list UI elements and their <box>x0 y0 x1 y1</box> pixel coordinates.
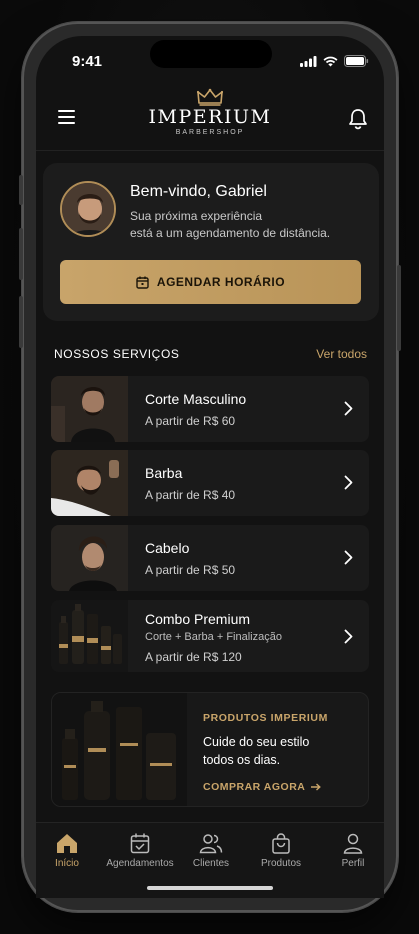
dynamic-island <box>150 40 272 68</box>
app-header: IMPERIUM BARBERSHOP <box>36 84 384 150</box>
service-card-cabelo[interactable]: Cabelo A partir de R$ 50 <box>51 525 369 591</box>
calendar-icon <box>136 276 149 289</box>
welcome-title: Bem-vindo, Gabriel <box>130 183 267 200</box>
header-divider <box>36 150 384 151</box>
bag-icon <box>272 833 290 854</box>
service-price: A partir de R$ 60 <box>145 414 236 428</box>
service-name: Corte Masculino <box>145 391 247 407</box>
battery-icon <box>344 55 369 67</box>
products-photo-icon <box>51 600 128 672</box>
promo-text-line1: Cuide do seu estilo <box>203 735 310 749</box>
mute-switch <box>19 175 23 205</box>
tab-produtos[interactable]: Produtos <box>246 833 316 869</box>
tab-label: Início <box>55 858 79 869</box>
tab-clientes[interactable]: Clientes <box>176 833 246 869</box>
welcome-subtitle-line1: Sua próxima experiência <box>130 209 263 223</box>
tab-label: Produtos <box>260 858 302 869</box>
beard-photo-icon <box>51 450 128 516</box>
book-appointment-label: AGENDAR HORÁRIO <box>156 275 286 289</box>
chevron-right-icon <box>344 629 353 644</box>
backdrop: 9:41 IMPERIUM BARBERSHOP Bem-vindo, Gabr… <box>0 0 419 934</box>
users-icon <box>199 834 223 854</box>
crown-icon <box>197 88 223 106</box>
tab-label: Perfil <box>341 858 365 869</box>
service-price: A partir de R$ 40 <box>145 488 236 502</box>
volume-down-button <box>19 296 23 348</box>
chevron-right-icon <box>344 475 353 490</box>
brand-logo: IMPERIUM BARBERSHOP <box>36 88 384 136</box>
service-price: A partir de R$ 50 <box>145 563 236 577</box>
tab-agendamentos[interactable]: Agendamentos <box>105 833 175 869</box>
chevron-right-icon <box>344 550 353 565</box>
service-name: Cabelo <box>145 540 190 556</box>
service-card-barba[interactable]: Barba A partir de R$ 40 <box>51 450 369 516</box>
haircut-photo-icon <box>51 376 128 442</box>
signal-icon <box>300 55 317 67</box>
status-icons <box>300 55 369 67</box>
hair-photo-icon <box>51 525 128 591</box>
buy-now-label: COMPRAR AGORA <box>203 781 306 793</box>
volume-up-button <box>19 228 23 280</box>
tab-inicio[interactable]: Início <box>32 833 102 869</box>
service-name: Combo Premium <box>145 611 251 627</box>
tab-label: Agendamentos <box>106 858 174 869</box>
see-all-link[interactable]: Ver todos <box>316 347 367 361</box>
home-indicator[interactable] <box>147 886 273 890</box>
promo-tag: PRODUTOS IMPERIUM <box>203 712 328 724</box>
book-appointment-button[interactable]: AGENDAR HORÁRIO <box>60 260 361 304</box>
wifi-icon <box>323 56 338 66</box>
status-time: 9:41 <box>72 53 103 70</box>
arrow-right-icon <box>311 783 322 791</box>
brand-name: IMPERIUM <box>148 106 272 128</box>
calendar-icon <box>130 833 150 854</box>
avatar <box>60 181 116 237</box>
brand-subtitle: BARBERSHOP <box>175 129 245 136</box>
promo-text: Cuide do seu estilo todos os dias. <box>203 733 343 769</box>
products-promo-card[interactable]: PRODUTOS IMPERIUM Cuide do seu estilo to… <box>51 692 369 807</box>
tab-perfil[interactable]: Perfil <box>318 833 388 869</box>
products-bottles-icon <box>52 693 187 806</box>
power-button <box>397 265 401 351</box>
chevron-right-icon <box>344 401 353 416</box>
tab-label: Clientes <box>192 858 230 869</box>
service-description: Corte + Barba + Finalização <box>145 631 282 643</box>
service-name: Barba <box>145 465 183 481</box>
promo-text-line2: todos os dias. <box>203 753 281 767</box>
service-card-corte[interactable]: Corte Masculino A partir de R$ 60 <box>51 376 369 442</box>
services-section-title: NOSSOS SERVIÇOS <box>54 347 180 361</box>
home-icon <box>57 834 77 853</box>
buy-now-link[interactable]: COMPRAR AGORA <box>203 781 322 793</box>
bell-icon[interactable] <box>348 108 368 130</box>
user-icon <box>343 833 363 854</box>
welcome-subtitle: Sua próxima experiência está a um agenda… <box>130 208 370 242</box>
welcome-card: Bem-vindo, Gabriel Sua próxima experiênc… <box>43 163 379 321</box>
service-price: A partir de R$ 120 <box>145 650 242 664</box>
welcome-subtitle-line2: está a um agendamento de distância. <box>130 226 331 240</box>
service-card-combo[interactable]: Combo Premium Corte + Barba + Finalizaçã… <box>51 600 369 672</box>
